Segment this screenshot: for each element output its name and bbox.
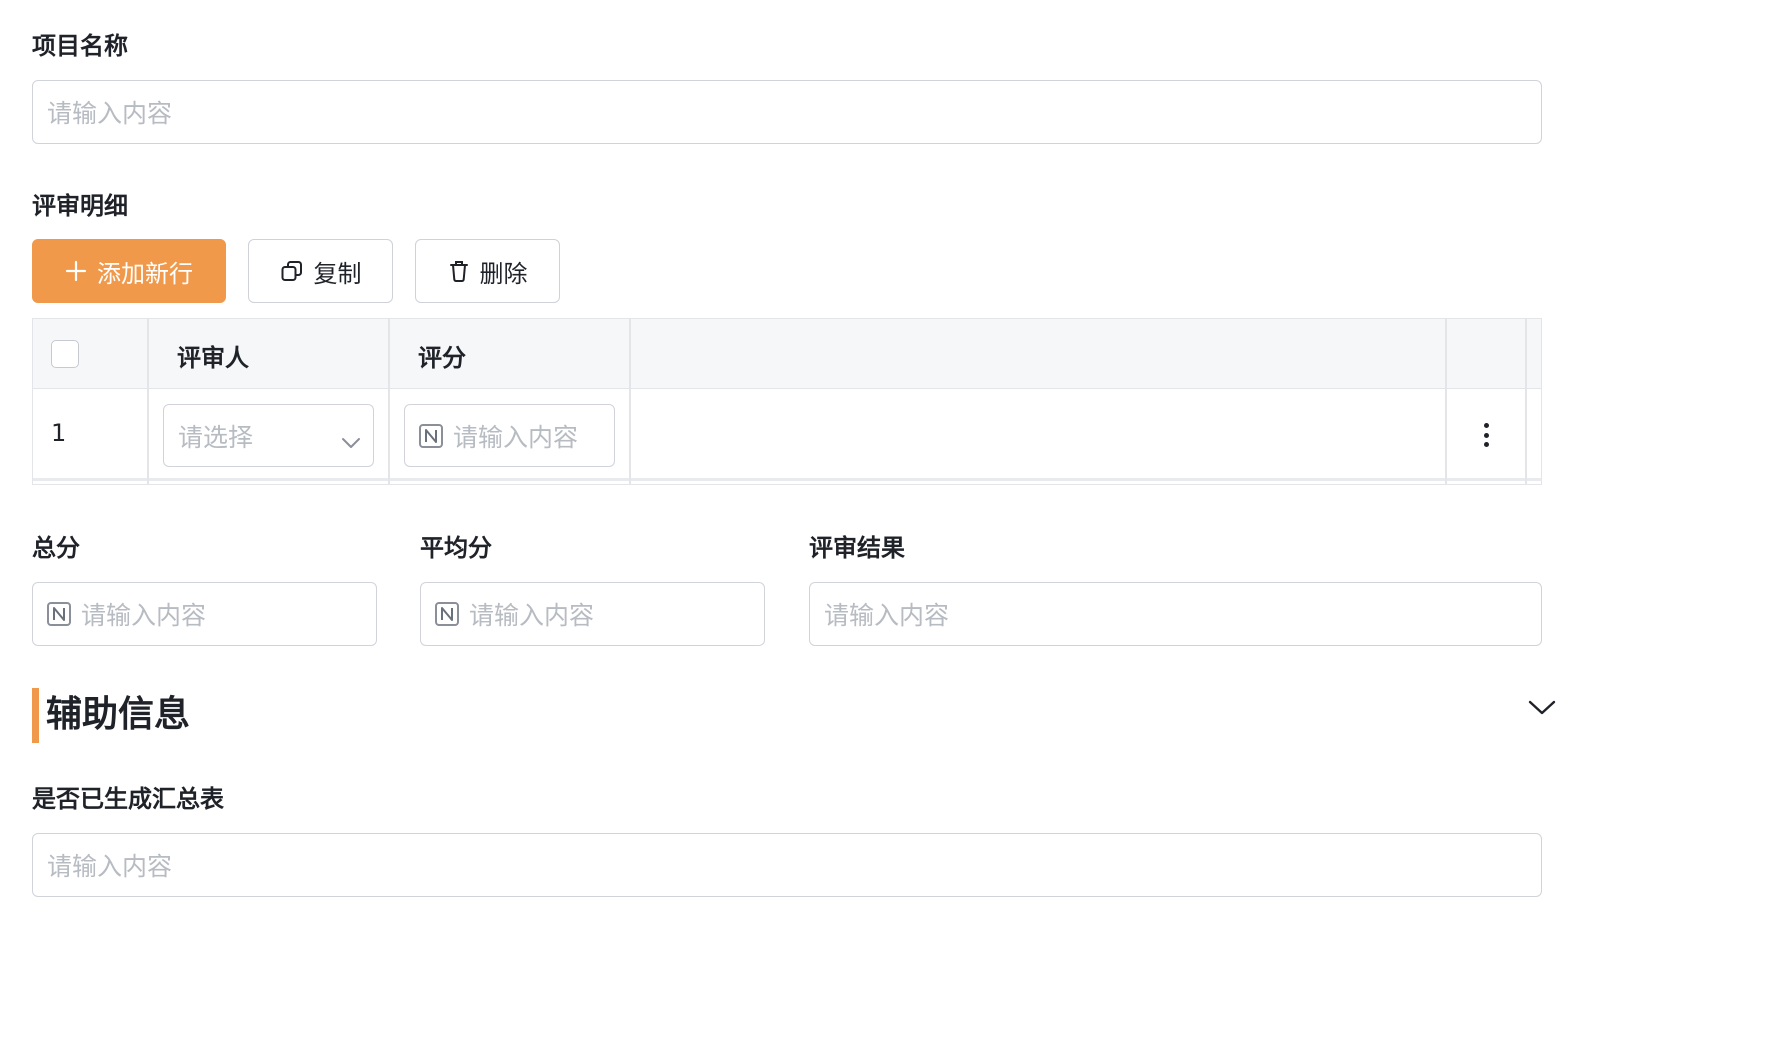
column-divider — [1445, 319, 1447, 484]
result-label: 评审结果 — [809, 534, 905, 562]
total-label: 总分 — [32, 534, 80, 562]
copy-icon — [280, 259, 304, 283]
result-placeholder: 请输入内容 — [824, 601, 950, 630]
section-accent-bar — [32, 688, 39, 743]
number-icon — [419, 423, 443, 448]
plus-icon — [65, 260, 87, 282]
project-name-input[interactable]: 请输入内容 — [32, 80, 1542, 144]
aux-section-title: 辅助信息 — [46, 694, 191, 735]
number-icon — [435, 602, 459, 626]
summary-generated-input[interactable]: 请输入内容 — [32, 833, 1542, 897]
table-header: 评审人 评分 — [33, 319, 1541, 389]
summary-generated-label: 是否已生成汇总表 — [32, 785, 224, 813]
average-input[interactable]: 请输入内容 — [420, 582, 765, 646]
review-details-label: 评审明细 — [32, 192, 128, 220]
form-page: 项目名称 请输入内容 评审明细 添加新行 复制 删除 评审人 评分 1 请选择 … — [0, 0, 1768, 1044]
copy-label: 复制 — [313, 259, 362, 288]
delete-button[interactable]: 删除 — [415, 239, 560, 303]
average-placeholder: 请输入内容 — [469, 601, 595, 630]
trash-icon — [448, 259, 470, 283]
reviewer-select[interactable]: 请选择 — [163, 404, 374, 467]
column-header-reviewer: 评审人 — [177, 344, 249, 372]
column-divider — [1525, 319, 1527, 484]
collapse-chevron-icon[interactable] — [1527, 697, 1557, 721]
number-icon — [47, 602, 71, 626]
add-row-label: 添加新行 — [97, 259, 193, 288]
row-index: 1 — [51, 419, 67, 447]
result-input[interactable]: 请输入内容 — [809, 582, 1542, 646]
column-header-score: 评分 — [418, 344, 466, 372]
column-divider — [629, 319, 631, 484]
chevron-down-icon — [341, 427, 361, 456]
total-input[interactable]: 请输入内容 — [32, 582, 377, 646]
add-row-button[interactable]: 添加新行 — [32, 239, 226, 303]
review-table: 评审人 评分 1 请选择 请输入内容 — [32, 318, 1542, 485]
reviewer-select-placeholder: 请选择 — [178, 422, 254, 452]
delete-label: 删除 — [479, 259, 528, 288]
column-divider — [388, 319, 390, 484]
score-input[interactable]: 请输入内容 — [404, 404, 615, 467]
average-label: 平均分 — [420, 534, 492, 562]
total-placeholder: 请输入内容 — [81, 601, 207, 630]
copy-button[interactable]: 复制 — [248, 239, 393, 303]
column-divider — [147, 319, 149, 484]
project-name-placeholder: 请输入内容 — [47, 99, 173, 128]
more-vertical-icon[interactable] — [1471, 419, 1501, 451]
select-all-checkbox[interactable] — [51, 340, 79, 368]
summary-generated-placeholder: 请输入内容 — [47, 852, 173, 881]
score-input-placeholder: 请输入内容 — [453, 422, 579, 452]
table-row: 1 请选择 请输入内容 — [33, 389, 1541, 481]
project-name-label: 项目名称 — [32, 32, 128, 60]
